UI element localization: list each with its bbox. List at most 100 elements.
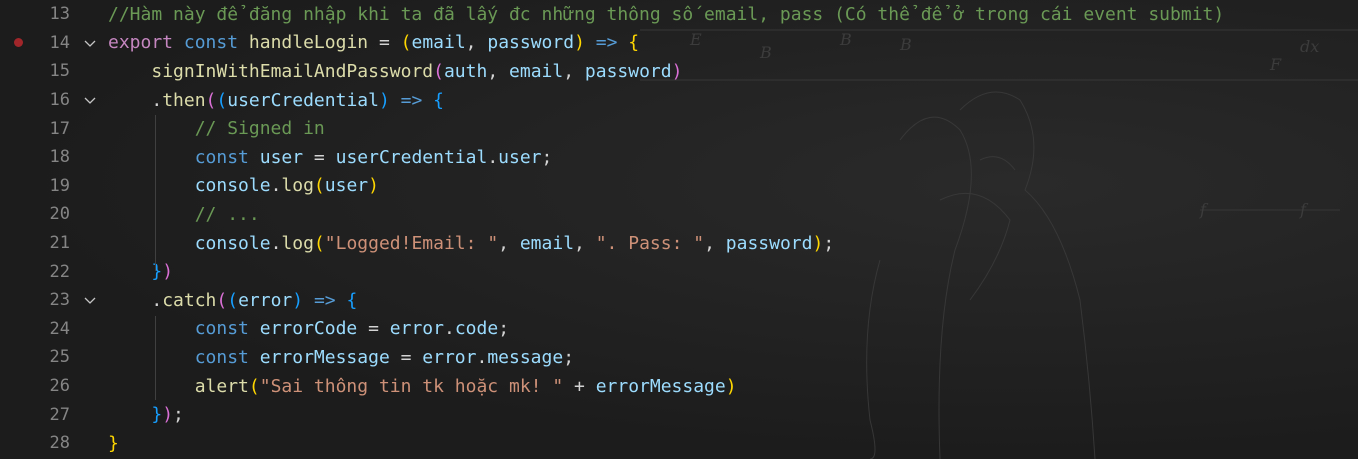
code-token: handleLogin [248,32,369,54]
line-number[interactable]: 20 [0,204,70,224]
code-token: + [563,375,596,397]
code-token: errorMessage [259,346,390,368]
code-editor[interactable]: E B B B F dx f f 13//Hàm này để đăng nhậ… [0,0,1358,459]
code-line[interactable]: 27 }); [0,400,1358,429]
code-line[interactable]: 17 // Signed in [0,114,1358,143]
code-token: , [487,60,510,82]
code-token: password [725,232,813,254]
line-number[interactable]: 14 [0,33,70,53]
code-line[interactable]: 14 export const handleLogin = (email, pas… [0,29,1358,58]
code-line[interactable]: 19 console.log(user) [0,172,1358,201]
code-token: alert [194,375,249,397]
line-number[interactable]: 17 [0,119,70,139]
code-token: ( [248,375,260,397]
code-token: const [194,318,249,340]
indent-guide [155,316,156,400]
line-number[interactable]: 25 [0,347,70,367]
code-token: => [313,289,336,311]
line-number[interactable]: 15 [0,61,70,81]
code-line[interactable]: 22 }) [0,257,1358,286]
code-token: { [628,32,640,54]
code-token: // ... [194,203,260,225]
code-token: email [519,232,575,254]
chevron-down-icon[interactable] [82,35,98,51]
code-token: ; [823,232,835,254]
code-line[interactable]: 21 console.log("Logged!Email: ", email, … [0,229,1358,258]
code-token: const [183,32,239,54]
indent-guide [155,115,156,271]
code-token: email [411,32,466,54]
chevron-down-icon[interactable] [82,92,98,108]
code-token: ; [173,404,184,426]
line-number[interactable]: 22 [0,262,70,282]
line-number[interactable]: 27 [0,405,70,425]
line-number[interactable]: 18 [0,147,70,167]
code-token: => [400,89,423,111]
code-token: . [487,146,499,168]
code-line[interactable]: 18 const user = userCredential.user; [0,143,1358,172]
code-text: }) [108,261,173,282]
code-token: => [595,32,618,54]
code-token: "Logged!Email: " [324,232,499,254]
code-token: ) [162,404,174,426]
code-token: signInWithEmailAndPassword [151,60,434,82]
code-text: console.log(user) [108,175,379,196]
code-token: . [108,89,163,111]
code-token: then [162,89,206,111]
code-text: const errorMessage = error.message; [108,347,574,368]
code-line[interactable]: 23 .catch((error) => { [0,286,1358,315]
code-text: console.log("Logged!Email: ", email, ". … [108,233,834,254]
code-token: ) [378,89,390,111]
code-line[interactable]: 24 const errorCode = error.code; [0,315,1358,344]
code-token: ) [292,289,304,311]
code-token: ) [574,32,585,54]
code-text: .catch((error) => { [108,290,357,311]
code-token: // Signed in [194,118,325,140]
line-number[interactable]: 23 [0,290,70,310]
line-number[interactable]: 13 [0,4,70,24]
line-number[interactable]: 19 [0,176,70,196]
line-number[interactable]: 24 [0,319,70,339]
line-number[interactable]: 26 [0,376,70,396]
code-token: , [465,32,488,54]
code-line[interactable]: 26 alert("Sai thông tin tk hoặc mk! " + … [0,372,1358,401]
code-token: ) [671,60,683,82]
line-number[interactable]: 21 [0,233,70,253]
code-token: ( [400,32,412,54]
code-line[interactable]: 15 signInWithEmailAndPassword(auth, emai… [0,57,1358,86]
code-text: .then((userCredential) => { [108,90,444,111]
code-text: // ... [108,204,260,225]
code-token: . [476,346,488,368]
code-token: ; [498,318,510,340]
code-line[interactable]: 25 const errorMessage = error.message; [0,343,1358,372]
code-token: password [584,60,672,82]
chevron-down-icon[interactable] [82,292,98,308]
code-token: const [194,346,249,368]
code-token: log [281,175,314,197]
line-number[interactable]: 16 [0,90,70,110]
code-token: . [270,232,282,254]
line-number[interactable]: 28 [0,433,70,453]
code-line[interactable]: 13 //Hàm này để đăng nhập khi ta đã lấy đ… [0,0,1358,29]
code-token: error [389,318,444,340]
code-token: error [238,289,293,311]
code-token: = [357,318,390,340]
code-line[interactable]: 28} [0,429,1358,458]
code-token: ( [205,89,217,111]
code-line[interactable]: 20 // ... [0,200,1358,229]
code-token: log [281,232,314,254]
code-line[interactable]: 16 .then((userCredential) => { [0,86,1358,115]
code-token: { [346,289,358,311]
code-text: alert("Sai thông tin tk hoặc mk! " + err… [108,376,737,397]
